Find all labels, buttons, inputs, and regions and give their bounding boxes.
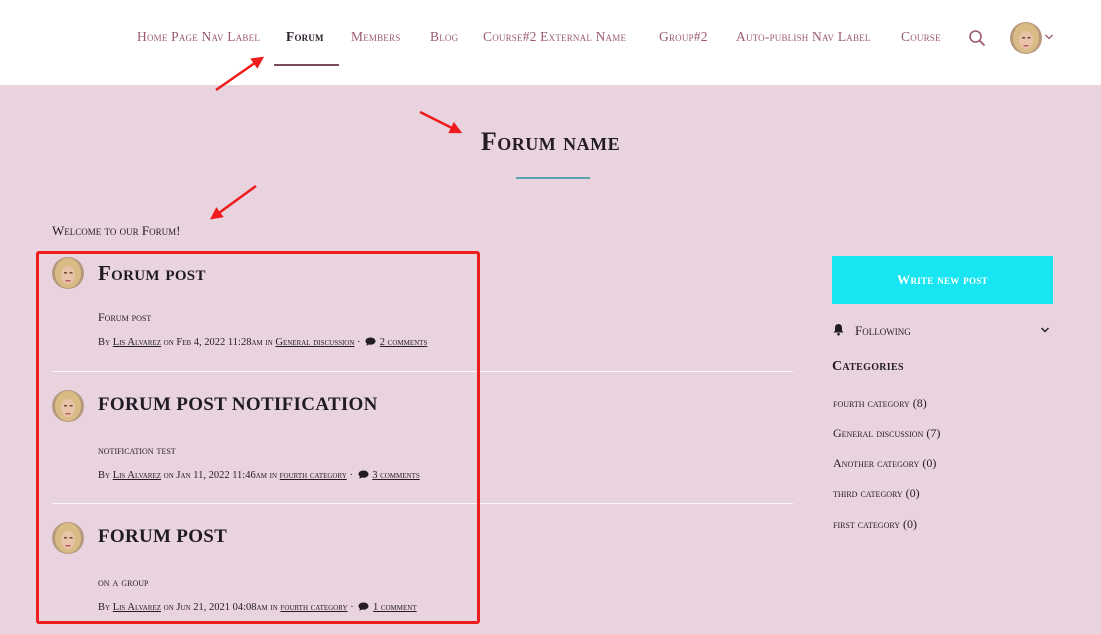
- nav-item-auto-publish[interactable]: Auto-publish Nav Label: [736, 29, 871, 45]
- page-title: Forum name: [480, 127, 621, 156]
- category-item[interactable]: Another category (0): [833, 456, 936, 471]
- top-navigation-bar: Home Page Nav Label Forum Members Blog C…: [0, 0, 1101, 85]
- category-item[interactable]: third category (0): [833, 486, 920, 501]
- nav-item-members[interactable]: Members: [351, 29, 400, 45]
- active-nav-underline: [274, 64, 339, 66]
- following-dropdown[interactable]: Following: [832, 322, 1053, 340]
- title-divider: [516, 177, 590, 179]
- welcome-text: Welcome to our Forum!: [52, 223, 181, 238]
- annotation-highlight-box: [36, 251, 480, 624]
- write-new-post-button[interactable]: Write new post: [832, 256, 1053, 304]
- category-item[interactable]: General discussion (7): [833, 426, 940, 441]
- nav-item-blog[interactable]: Blog: [430, 29, 458, 45]
- nav-item-course[interactable]: Course: [901, 29, 941, 45]
- annotation-arrow: [209, 184, 257, 220]
- category-item[interactable]: fourth category (8): [833, 396, 927, 411]
- categories-heading: Categories: [832, 359, 904, 374]
- following-label: Following: [855, 323, 911, 338]
- nav-item-course2[interactable]: Course#2 External Name: [483, 29, 626, 45]
- chevron-down-icon[interactable]: [1044, 32, 1054, 42]
- nav-item-home[interactable]: Home Page Nav Label: [137, 29, 260, 45]
- bell-icon: [833, 324, 844, 336]
- nav-item-forum[interactable]: Forum: [286, 29, 324, 45]
- search-icon[interactable]: [968, 29, 986, 47]
- category-item[interactable]: first category (0): [833, 517, 917, 532]
- chevron-down-icon[interactable]: [1040, 325, 1050, 335]
- user-avatar[interactable]: [1010, 22, 1042, 54]
- nav-item-group2[interactable]: Group#2: [659, 29, 708, 45]
